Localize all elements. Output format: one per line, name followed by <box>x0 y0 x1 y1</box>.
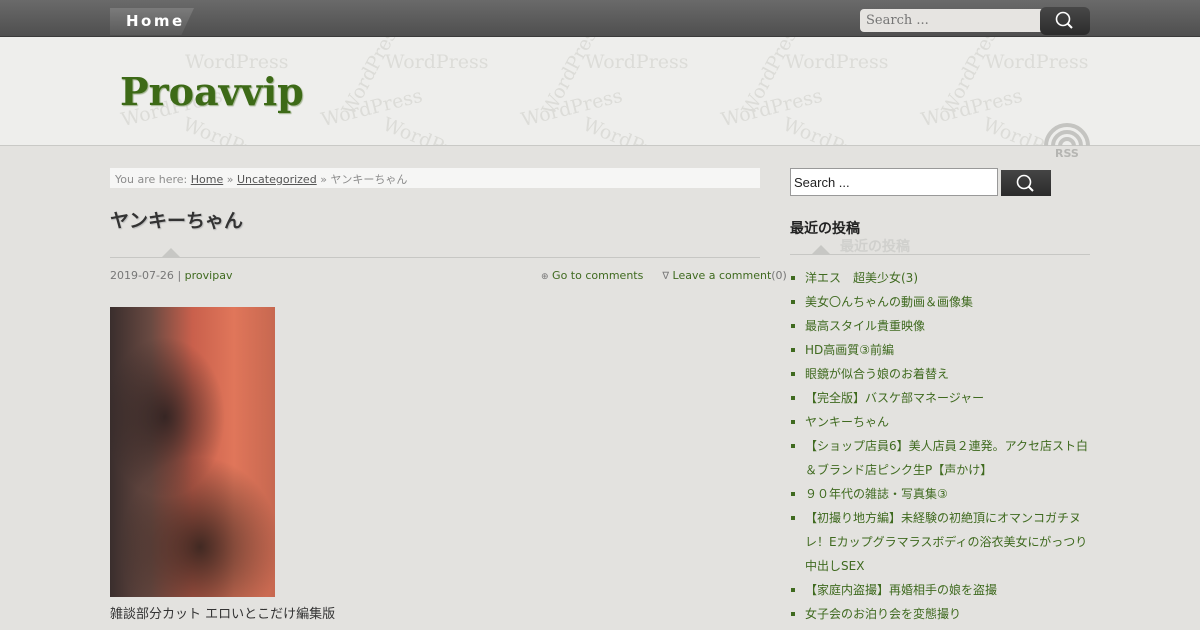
list-item: 女子会のお泊り会を変態撮り <box>790 602 1095 626</box>
list-item: 最高スタイル貴重映像 <box>790 314 1095 338</box>
watermark-text: WordPress <box>585 51 689 73</box>
breadcrumb-prefix: You are here: <box>115 173 188 186</box>
title-divider <box>110 257 760 258</box>
post-caption: 雑談部分カット エロいとこだけ編集版 <box>110 607 336 622</box>
rss-link[interactable] <box>1044 122 1090 146</box>
breadcrumb: You are here: Home » Uncategorized » ヤンキ… <box>110 168 760 188</box>
list-item: ９０年代の雑誌・写真集③ <box>790 482 1095 506</box>
list-item: 【完全版】バスケ部マネージャー <box>790 386 1095 410</box>
list-item: HD高画質③前編 <box>790 338 1095 362</box>
recent-post-link[interactable]: 最高スタイル貴重映像 <box>805 319 925 333</box>
list-item: 洋エス 超美少女(3) <box>790 266 1095 290</box>
top-search-button[interactable] <box>1040 7 1090 35</box>
post-image[interactable] <box>110 307 275 597</box>
go-to-comments-link[interactable]: Go to comments <box>552 269 643 282</box>
top-search-input[interactable] <box>860 9 1050 32</box>
comment-count: (0) <box>771 269 787 282</box>
watermark-text: WordPress <box>579 113 684 146</box>
watermark-text: WordPress <box>385 51 489 73</box>
breadcrumb-current: ヤンキーちゃん <box>330 173 408 186</box>
search-icon <box>1016 174 1034 192</box>
recent-posts-list: 洋エス 超美少女(3) 美女〇んちゃんの動画＆画像集 最高スタイル貴重映像 HD… <box>790 266 1095 626</box>
post-author-link[interactable]: provipav <box>185 269 233 282</box>
recent-post-link[interactable]: 【完全版】バスケ部マネージャー <box>805 391 984 405</box>
widget-title-shadow: 最近の投稿 <box>840 239 910 255</box>
meta-separator: | <box>177 269 182 282</box>
watermark-text: WordPress <box>785 51 889 73</box>
comment-icon: ⊕ <box>541 272 549 282</box>
list-item: 【初撮り地方編】未経験の初絶頂にオマンコガチヌレ！Eカップグラマラスボディの浴衣… <box>790 506 1095 578</box>
recent-post-link[interactable]: ヤンキーちゃん <box>805 415 889 429</box>
recent-post-link[interactable]: 美女〇んちゃんの動画＆画像集 <box>805 295 973 309</box>
recent-post-link[interactable]: 眼鏡が似合う娘のお着替え <box>805 367 949 381</box>
search-icon <box>1055 11 1073 29</box>
recent-post-link[interactable]: 【初撮り地方編】未経験の初絶頂にオマンコガチヌレ！Eカップグラマラスボディの浴衣… <box>805 511 1087 573</box>
widget-divider-notch <box>812 245 830 254</box>
breadcrumb-category-link[interactable]: Uncategorized <box>237 173 317 186</box>
breadcrumb-home-link[interactable]: Home <box>191 173 223 186</box>
watermark-text: WordPress <box>779 113 884 146</box>
recent-post-link[interactable]: 【ショップ店員6】美人店員２連発。アクセ店スト白＆ブランド店ピンク生P【声かけ】 <box>805 439 1088 477</box>
widget-divider <box>790 254 1090 255</box>
widget-title: 最近の投稿 <box>790 221 860 237</box>
list-item: 眼鏡が似合う娘のお着替え <box>790 362 1095 386</box>
post-title: ヤンキーちゃん <box>110 210 244 232</box>
recent-post-link[interactable]: 【家庭内盗撮】再婚相手の娘を盗撮 <box>805 583 997 597</box>
post-meta: 2019-07-26 | provipav <box>110 269 232 282</box>
recent-post-link[interactable]: ９０年代の雑誌・写真集③ <box>805 487 948 501</box>
rss-label[interactable]: RSS <box>1055 147 1079 160</box>
watermark-text: WordPress <box>379 113 484 146</box>
recent-post-link[interactable]: 洋エス 超美少女(3) <box>805 271 918 285</box>
recent-post-link[interactable]: 女子会のお泊り会を変態撮り <box>805 607 961 621</box>
post-date: 2019-07-26 <box>110 269 174 282</box>
title-divider-notch <box>162 248 180 257</box>
list-item: ヤンキーちゃん <box>790 410 1095 434</box>
list-item: 【家庭内盗撮】再婚相手の娘を盗撮 <box>790 578 1095 602</box>
breadcrumb-separator: » <box>226 173 234 186</box>
nav-home-tab[interactable]: Home <box>110 8 194 35</box>
sidebar-search-button[interactable] <box>1001 170 1051 196</box>
post-comment-links: ⊕ Go to comments ∇ Leave a comment(0) <box>541 269 787 282</box>
list-item: 美女〇んちゃんの動画＆画像集 <box>790 290 1095 314</box>
rss-icon <box>1044 123 1090 146</box>
site-title[interactable]: Proavvip <box>120 69 304 114</box>
recent-post-link[interactable]: HD高画質③前編 <box>805 343 894 357</box>
watermark-text: WordPress <box>179 113 284 146</box>
breadcrumb-separator: » <box>320 173 327 186</box>
sidebar-search-input[interactable] <box>790 168 998 196</box>
top-nav-bar: Home <box>0 0 1200 37</box>
watermark-text: WordPress <box>985 51 1089 73</box>
site-header: WordPress WordPress WordPress WordPress … <box>0 37 1200 146</box>
list-item: 【ショップ店員6】美人店員２連発。アクセ店スト白＆ブランド店ピンク生P【声かけ】 <box>790 434 1095 482</box>
reply-icon: ∇ <box>662 271 670 282</box>
leave-comment-link[interactable]: Leave a comment <box>673 269 772 282</box>
